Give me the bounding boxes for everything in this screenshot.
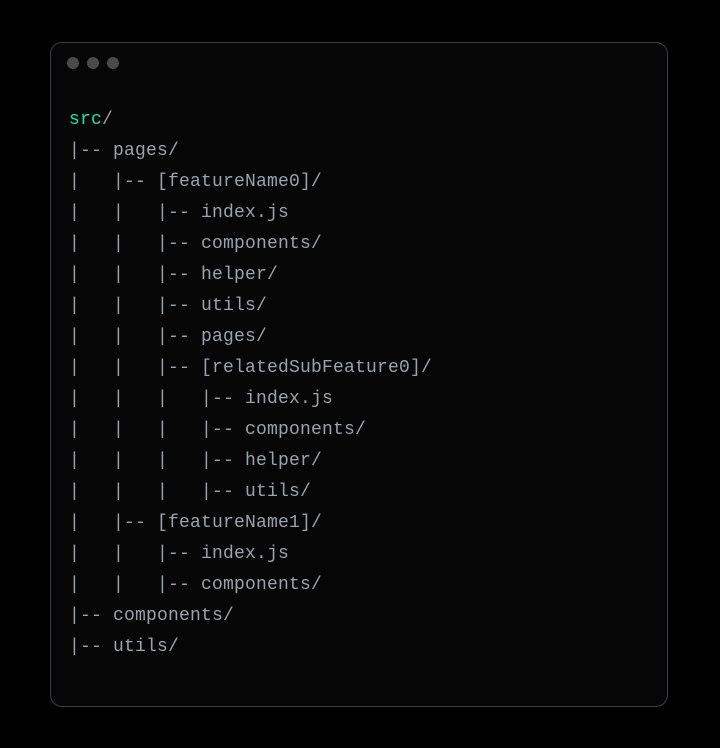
traffic-light-minimize-icon[interactable] (87, 57, 99, 69)
tree-lines: |-- pages/ | |-- [featureName0]/ | | |--… (69, 141, 432, 657)
terminal-window: src/ |-- pages/ | |-- [featureName0]/ | … (50, 42, 668, 707)
traffic-light-zoom-icon[interactable] (107, 57, 119, 69)
root-slash: / (102, 110, 113, 130)
traffic-light-close-icon[interactable] (67, 57, 79, 69)
file-tree: src/ |-- pages/ | |-- [featureName0]/ | … (51, 83, 667, 663)
tree-root: src (69, 110, 102, 130)
titlebar (51, 43, 667, 83)
